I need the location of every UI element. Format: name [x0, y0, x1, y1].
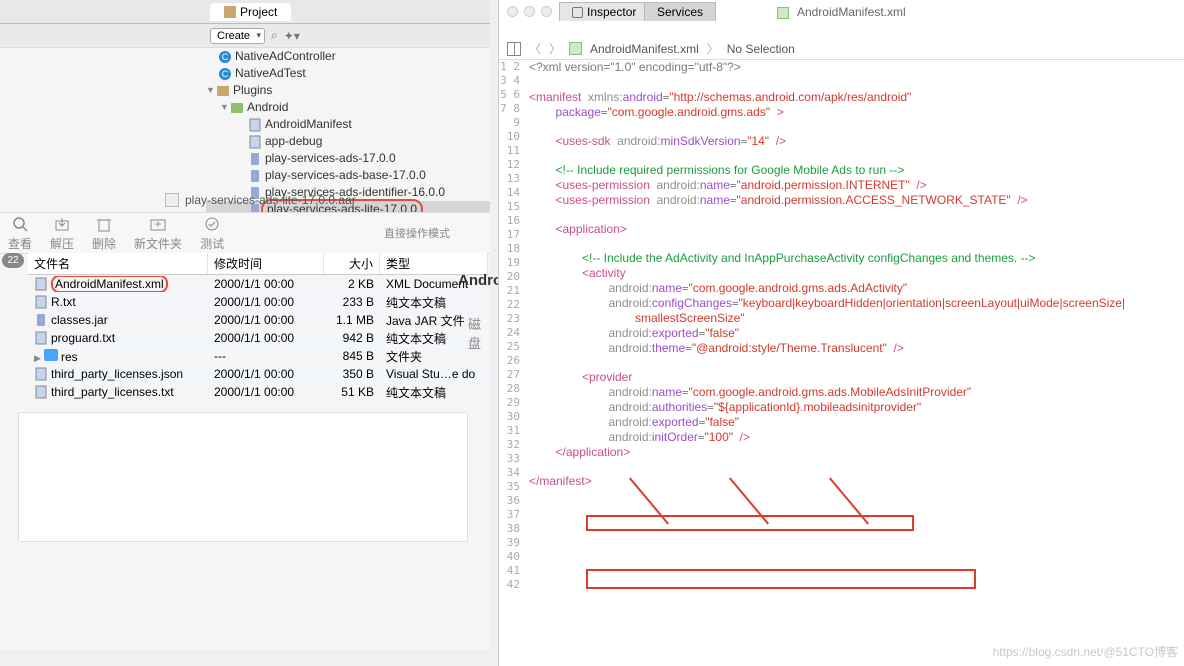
newfolder-tool[interactable]: +新文件夹 [134, 215, 182, 252]
disk-label: 磁盘 [468, 314, 490, 352]
arrow-icon[interactable]: ▼ [206, 82, 216, 99]
file-row[interactable]: classes.jar2000/1/1 00:001.1 MBJava JAR … [28, 311, 488, 329]
android-folder-icon [230, 101, 244, 115]
jar-icon [248, 152, 262, 166]
file-row[interactable]: third_party_licenses.json2000/1/1 00:003… [28, 365, 488, 383]
tree-node[interactable]: play-services-ads-base-17.0.0 [265, 167, 426, 184]
file-row[interactable]: R.txt2000/1/1 00:00233 B纯文本文稿 [28, 293, 488, 311]
editor-breadcrumb[interactable]: 〈 〉 AndroidManifest.xml 〉 No Selection [499, 38, 1184, 60]
editor-title: AndroidManifest.xml [499, 4, 1184, 19]
extract-tool[interactable]: 解压 [50, 215, 74, 252]
test-tool[interactable]: 测试 [200, 215, 224, 252]
col-name[interactable]: 文件名 [28, 253, 208, 274]
forward-icon[interactable]: 〉 [549, 40, 561, 57]
back-icon[interactable]: 〈 [529, 40, 541, 57]
delete-tool[interactable]: 删除 [92, 215, 116, 252]
archive-filename: play-services-ads-lite-17.0.0.aar [185, 193, 356, 207]
file-icon [248, 135, 262, 149]
tree-node[interactable]: app-debug [265, 133, 322, 150]
tree-node[interactable]: NativeAdTest [235, 65, 306, 82]
class-icon [218, 67, 232, 81]
count-badge: 22 [2, 253, 24, 268]
tree-node[interactable]: NativeAdController [235, 48, 336, 65]
code-editor[interactable]: <?xml version="1.0" encoding="utf-8"?> <… [529, 60, 1125, 489]
project-tab-label: Project [240, 5, 277, 19]
breadcrumb-sel: No Selection [727, 42, 795, 56]
search-icon[interactable]: ⌕ [271, 28, 278, 43]
file-icon [248, 118, 262, 132]
class-icon [218, 50, 232, 64]
col-date[interactable]: 修改时间 [208, 253, 324, 274]
xml-file-icon [777, 7, 789, 19]
line-gutter: 1 2 3 4 5 6 7 8 9 10 11 12 13 14 15 16 1… [499, 60, 525, 592]
project-icon [224, 6, 236, 18]
direct-mode-label: 直接操作模式 [384, 225, 490, 241]
tree-node[interactable]: Plugins [233, 82, 272, 99]
svg-text:+: + [155, 217, 162, 231]
col-type[interactable]: 类型 [380, 253, 488, 274]
arrow-icon[interactable]: ▼ [220, 99, 230, 116]
tree-node[interactable]: Android [247, 99, 288, 116]
tree-node[interactable]: AndroidManifest [265, 116, 352, 133]
file-row[interactable]: third_party_licenses.txt2000/1/1 00:0051… [28, 383, 488, 401]
archive-icon [165, 193, 179, 207]
layout-icon[interactable] [507, 42, 521, 56]
folder-icon [216, 84, 230, 98]
tree-node[interactable]: play-services-ads-17.0.0 [265, 150, 396, 167]
col-size[interactable]: 大小 [324, 253, 380, 274]
gear-icon[interactable]: ✦▾ [284, 29, 300, 43]
view-tool[interactable]: 查看 [8, 215, 32, 252]
xml-file-icon [569, 42, 582, 55]
file-row[interactable]: ▶res---845 B文件夹 [28, 347, 488, 365]
project-tab[interactable]: Project [210, 3, 291, 21]
preview-panel [18, 412, 468, 542]
file-list-header[interactable]: 文件名 修改时间 大小 类型 [28, 253, 488, 275]
file-row[interactable]: proguard.txt2000/1/1 00:00942 B纯文本文稿 [28, 329, 488, 347]
preview-title: Andro [458, 272, 502, 289]
create-dropdown[interactable]: Create [210, 28, 265, 44]
jar-icon [248, 169, 262, 183]
watermark: https://blog.csdn.net/@51CTO博客 [993, 643, 1178, 660]
breadcrumb-file[interactable]: AndroidManifest.xml [590, 42, 699, 56]
file-row[interactable]: AndroidManifest.xml2000/1/1 00:002 KBXML… [28, 275, 488, 293]
